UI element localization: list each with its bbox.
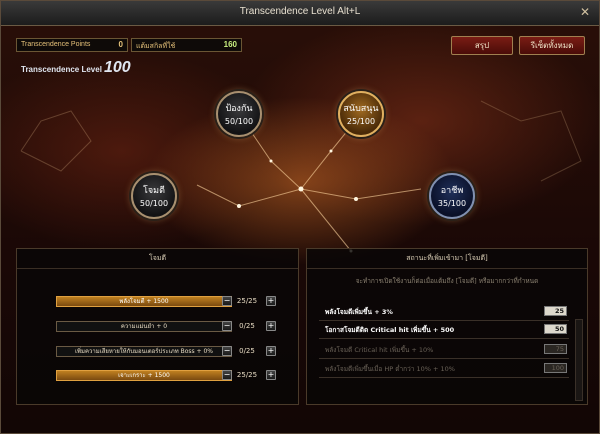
attack-skills-panel: โจมตี พลังโจมตี + 1500 − 25/25 + ความแม่…	[16, 248, 299, 405]
skill-row-attack-power: พลังโจมตี + 1500	[56, 296, 232, 307]
attack-node-value: 50/100	[139, 199, 169, 208]
effect-label: พลังโจมตี Critical hit เพิ่มขึ้น + 10%	[325, 346, 434, 354]
defense-node-name: ป้องกัน	[225, 104, 253, 114]
plus-icon[interactable]: +	[266, 370, 276, 380]
class-node[interactable]: อาชีพ 35/100	[429, 173, 475, 219]
support-node-name: สนับสนุน	[343, 104, 379, 114]
skill-row-boss-damage: เพิ่มความเสียหายให้กับมอนเตอร์ประเภท Bos…	[56, 346, 232, 357]
defense-node[interactable]: ป้องกัน 50/100	[216, 91, 262, 137]
effect-value: 75	[544, 344, 567, 354]
effect-label: พลังโจมตีเพิ่มขึ้น + 3%	[325, 308, 393, 316]
activation-note: จะทำการเปิดใช้งานก็ต่อเมื่อแต้มถึง [โจมต…	[355, 277, 539, 285]
support-node-value: 25/100	[346, 117, 376, 126]
skill-row-armor-pierce: เจาะเกราะ + 1500	[56, 370, 232, 381]
added-stats-panel: สถานะที่เพิ่มเข้ามา [โจมตี] จะทำการเปิดใ…	[306, 248, 588, 405]
skill-count: 25/25	[236, 371, 258, 379]
plus-icon[interactable]: +	[266, 321, 276, 331]
attack-node[interactable]: โจมตี 50/100	[131, 173, 177, 219]
effect-label: โอกาสโจมตีติด Critical hit เพิ่มขึ้น + 5…	[325, 326, 455, 334]
plus-icon[interactable]: +	[266, 346, 276, 356]
class-node-name: อาชีพ	[440, 186, 464, 196]
attack-node-name: โจมตี	[143, 186, 165, 196]
support-node[interactable]: สนับสนุน 25/100	[338, 91, 384, 137]
divider	[319, 338, 569, 339]
effect-value: 100	[544, 363, 567, 373]
skill-count: 0/25	[239, 322, 255, 330]
scrollbar[interactable]	[575, 319, 583, 401]
effect-label: พลังโจมตีเพิ่มขึ้นเมื่อ HP ต่ำกว่า 10% +…	[325, 365, 455, 373]
divider	[319, 377, 569, 378]
minus-icon[interactable]: −	[222, 346, 232, 356]
skill-row-accuracy: ความแม่นยำ + 0	[56, 321, 232, 332]
transcendence-window: Transcendence Level Alt+L ✕ Transcendenc…	[0, 0, 600, 434]
divider	[319, 320, 569, 321]
left-panel-title: โจมตี	[17, 249, 298, 269]
effect-value: 50	[544, 324, 567, 334]
defense-node-value: 50/100	[224, 117, 254, 126]
minus-icon[interactable]: −	[222, 370, 232, 380]
skill-count: 25/25	[236, 297, 258, 305]
minus-icon[interactable]: −	[222, 296, 232, 306]
right-panel-title: สถานะที่เพิ่มเข้ามา [โจมตี]	[307, 249, 587, 269]
effect-value: 25	[544, 306, 567, 316]
skill-count: 0/25	[239, 347, 255, 355]
plus-icon[interactable]: +	[266, 296, 276, 306]
divider	[319, 358, 569, 359]
class-node-value: 35/100	[437, 199, 467, 208]
minus-icon[interactable]: −	[222, 321, 232, 331]
